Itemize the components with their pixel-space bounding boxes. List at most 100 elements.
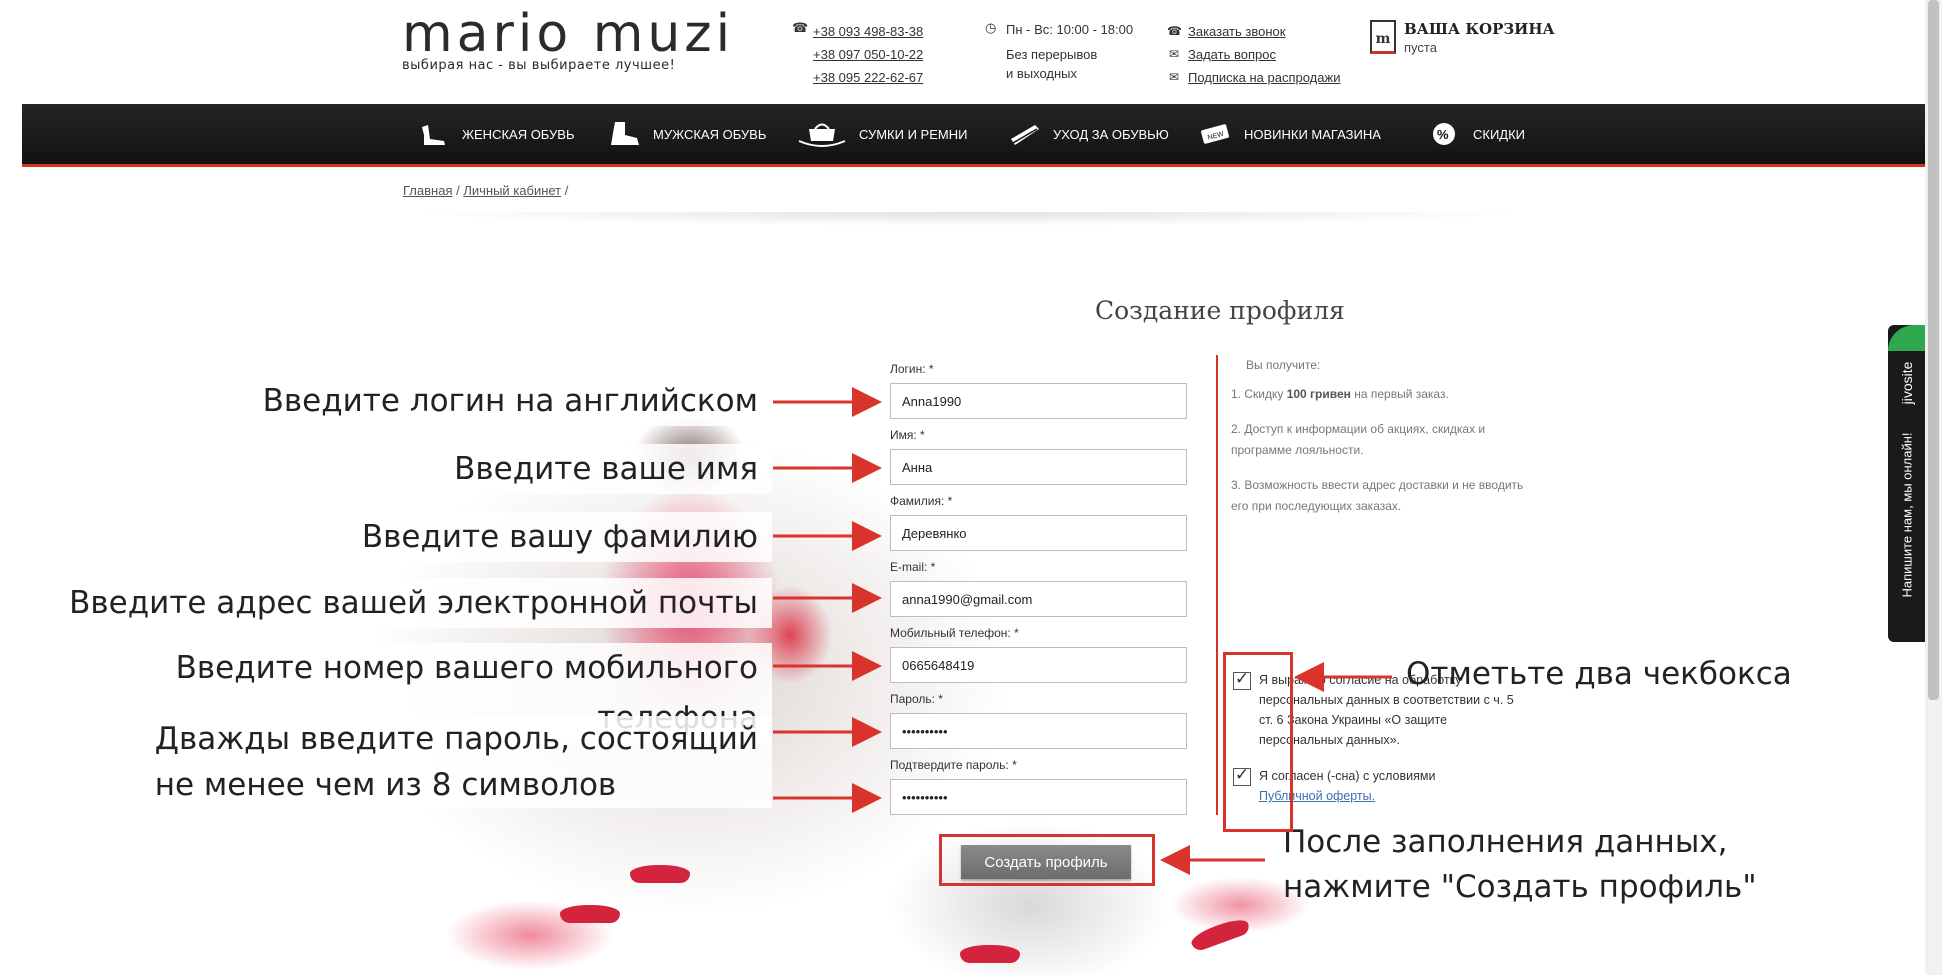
password-field-group: Пароль: *: [890, 692, 1187, 749]
annotation-login: Введите логин на английском: [248, 376, 772, 426]
annotation-password-line-2: не менее чем из 8 символов: [154, 767, 617, 803]
breadcrumb-home[interactable]: Главная: [403, 183, 452, 198]
phone-label: Мобильный телефон: *: [890, 626, 1019, 640]
mens-boot-icon: [607, 119, 641, 149]
phone-link-1[interactable]: +38 093 498-83-38: [813, 24, 923, 39]
shoe-image: [630, 865, 690, 883]
new-tag-icon: NEW: [1198, 119, 1232, 149]
mail-icon: ✉: [1168, 70, 1180, 84]
nav-label: МУЖСКАЯ ОБУВЬ: [653, 126, 767, 142]
breadcrumb: Главная / Личный кабинет /: [403, 183, 568, 198]
cart-title: ВАША КОРЗИНА: [1404, 20, 1555, 38]
bag-belt-icon: [797, 119, 847, 149]
nav-label: ЖЕНСКАЯ ОБУВЬ: [462, 126, 575, 142]
discount-icon: %: [1427, 119, 1461, 149]
nav-label: УХОД ЗА ОБУВЬЮ: [1053, 126, 1169, 142]
login-input[interactable]: [890, 383, 1187, 419]
email-input[interactable]: [890, 581, 1187, 617]
breadcrumb-separator: /: [561, 183, 569, 198]
phone-link-3[interactable]: +38 095 222-62-67: [813, 70, 923, 85]
page-title: Создание профиля: [1095, 296, 1345, 325]
breadcrumb-separator: /: [452, 183, 464, 198]
cart-bag-icon: m: [1370, 20, 1396, 54]
clock-icon: ◷: [985, 20, 997, 35]
phone-field-group: Мобильный телефон: *: [890, 626, 1187, 683]
cart-status: пуста: [1404, 40, 1437, 55]
checkbox-highlight-box: [1223, 652, 1293, 832]
phone-input[interactable]: [890, 647, 1187, 683]
chat-label: Напишите нам, мы онлайн!: [1899, 432, 1915, 598]
mail-icon: ✉: [1168, 47, 1180, 61]
surname-input[interactable]: [890, 515, 1187, 551]
nav-label: СКИДКИ: [1473, 126, 1526, 142]
phone-icon: ☎: [792, 20, 809, 35]
annotation-email: Введите адрес вашей электронной почты: [55, 578, 772, 628]
divider: [403, 212, 1533, 226]
scrollbar[interactable]: [1925, 0, 1942, 975]
hours-line-3: и выходных: [1006, 66, 1078, 81]
scrollbar-thumb[interactable]: [1928, 0, 1939, 700]
phone-icon: ☎: [1167, 24, 1182, 38]
surname-label: Фамилия: *: [890, 494, 953, 508]
annotation-submit-line-1: После заполнения данных,: [1283, 824, 1728, 860]
confirm-password-label: Подтвердите пароль: *: [890, 758, 1017, 772]
phone-link-2[interactable]: +38 097 050-10-22: [813, 47, 923, 62]
name-input[interactable]: [890, 449, 1187, 485]
shoe-image: [560, 905, 620, 923]
shoe-care-icon: [1007, 119, 1041, 149]
annotation-submit-line-2: нажмите "Создать профиль": [1283, 869, 1757, 905]
login-field-group: Логин: *: [890, 362, 1187, 419]
benefit-item: 1. Скидку 100 гривен на первый заказ.: [1231, 387, 1449, 401]
login-label: Логин: *: [890, 362, 934, 376]
divider: [1216, 355, 1218, 815]
email-field-group: E-mail: *: [890, 560, 1187, 617]
annotation-password: Дважды введите пароль, состоящий не мене…: [140, 716, 772, 808]
womens-shoe-icon: [416, 119, 450, 149]
nav-item-bags-belts[interactable]: СУМКИ И РЕМНИ: [797, 104, 967, 164]
password-input[interactable]: [890, 713, 1187, 749]
hours-line-2: Без перерывов: [1006, 47, 1098, 62]
header-links: ☎ Заказать звонок ✉ Задать вопрос ✉ Подписк…: [1167, 20, 1340, 89]
benefit-item: 3. Возможность ввести адрес доставки и н…: [1231, 478, 1524, 513]
chat-online-indicator: [1888, 325, 1926, 351]
annotation-checkboxes: Отметьте два чекбокса: [1406, 656, 1792, 692]
callback-link[interactable]: Заказать звонок: [1188, 20, 1285, 43]
nav-label: НОВИНКИ МАГАЗИНА: [1244, 126, 1381, 142]
surname-field-group: Фамилия: *: [890, 494, 1187, 551]
confirm-password-input[interactable]: [890, 779, 1187, 815]
shoe-image: [1188, 915, 1252, 953]
nav-item-mens-shoes[interactable]: МУЖСКАЯ ОБУВЬ: [607, 104, 766, 164]
annotation-surname: Введите вашу фамилию: [347, 512, 772, 562]
logo[interactable]: mario muzi выбирая нас - вы выбираете лу…: [402, 6, 734, 73]
annotation-name: Введите ваше имя: [440, 444, 772, 494]
subscribe-link[interactable]: Подписка на распродажи: [1188, 66, 1340, 89]
ask-question-link[interactable]: Задать вопрос: [1188, 43, 1276, 66]
nav-label: СУМКИ И РЕМНИ: [859, 126, 968, 142]
annotation-password-line-1: Дважды введите пароль, состоящий: [154, 721, 758, 757]
name-field-group: Имя: *: [890, 428, 1187, 485]
logo-text: mario muzi: [402, 4, 735, 64]
confirm-password-field-group: Подтвердите пароль: *: [890, 758, 1187, 815]
nav-item-new-arrivals[interactable]: NEW НОВИНКИ МАГАЗИНА: [1198, 104, 1381, 164]
password-label: Пароль: *: [890, 692, 943, 706]
cart[interactable]: m ВАША КОРЗИНА пуста: [1370, 20, 1555, 55]
chat-widget[interactable]: jivosite Напишите нам, мы онлайн!: [1888, 325, 1926, 642]
benefit-item: 2. Доступ к информации об акциях, скидка…: [1231, 422, 1486, 457]
benefits-title: Вы получите:: [1246, 358, 1321, 372]
annotation-submit: После заполнения данных, нажмите "Создат…: [1283, 820, 1757, 910]
hours-line-1: Пн - Вс: 10:00 - 18:00: [1006, 22, 1134, 37]
email-label: E-mail: *: [890, 560, 936, 574]
phone-list: +38 093 498-83-38 +38 097 050-10-22 +38 …: [813, 20, 923, 89]
shoe-image: [960, 945, 1020, 963]
name-label: Имя: *: [890, 428, 925, 442]
nav-item-womens-shoes[interactable]: ЖЕНСКАЯ ОБУВЬ: [416, 104, 575, 164]
nav-item-discounts[interactable]: % СКИДКИ: [1427, 104, 1525, 164]
benefits-list: Вы получите: 1. Скидку 100 гривен на пер…: [1231, 355, 1531, 531]
chat-brand: jivosite: [1899, 361, 1915, 405]
submit-highlight-box: [939, 834, 1155, 886]
nav-item-shoe-care[interactable]: УХОД ЗА ОБУВЬЮ: [1007, 104, 1169, 164]
svg-text:%: %: [1437, 127, 1449, 142]
breadcrumb-cabinet[interactable]: Личный кабинет: [463, 183, 561, 198]
working-hours: Пн - Вс: 10:00 - 18:00 Без перерывов и в…: [1006, 20, 1133, 83]
main-nav: ЖЕНСКАЯ ОБУВЬ МУЖСКАЯ ОБУВЬ СУМКИ И РЕМН…: [22, 104, 1925, 167]
